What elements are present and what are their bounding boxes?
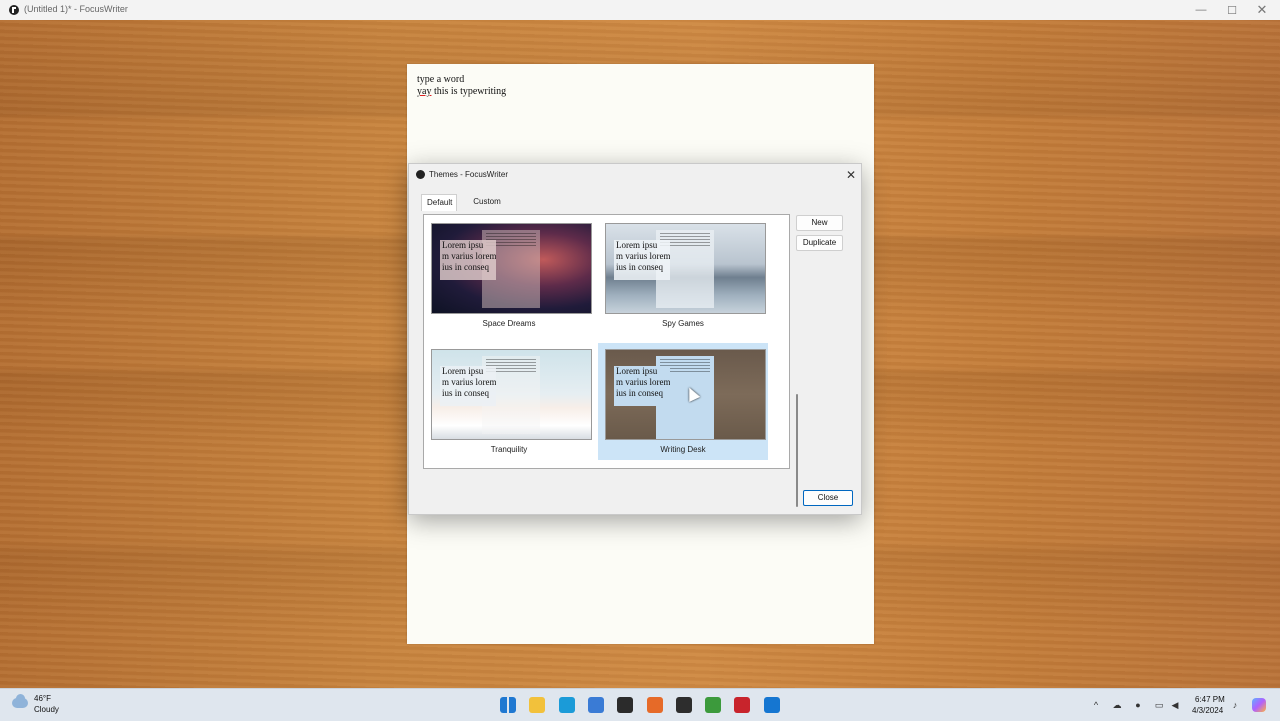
preview-lorem-text: Lorem ipsu m varius lorem ius in conseq [614, 240, 670, 280]
dialog-title-bar: Themes - FocusWriter ✕ [409, 164, 861, 184]
cloud-icon [12, 694, 28, 708]
window-title: (Untitled 1)* - FocusWriter [24, 4, 128, 14]
app-blue-icon[interactable] [764, 697, 780, 713]
duplicate-theme-button[interactable]: Duplicate [796, 235, 843, 251]
store-icon[interactable] [588, 697, 604, 713]
bell-icon[interactable]: ♪ [1230, 700, 1240, 710]
volume-icon[interactable]: ◀ [1170, 700, 1180, 710]
weather-temp: 46°F [34, 694, 51, 703]
document-line-1: type a word [417, 74, 465, 85]
taskbar: 46°F Cloudy ^ ☁ ● ▭ ◀ 6:47 PM 4/3/2024 ♪ [0, 688, 1280, 721]
close-dialog-button[interactable]: Close [803, 490, 853, 506]
theme-preview: Lorem ipsu m varius lorem ius in conseq [431, 223, 592, 314]
theme-name: Writing Desk [660, 445, 706, 454]
theme-tranquility[interactable]: Lorem ipsu m varius lorem ius in conseq … [424, 343, 594, 460]
document-line-2: yay this is typewriting [417, 86, 506, 98]
focuswriter-icon[interactable] [617, 697, 633, 713]
theme-writing-desk[interactable]: Lorem ipsu m varius lorem ius in conseq … [598, 343, 768, 460]
close-window-button[interactable]: ✕ [1247, 0, 1277, 20]
obs-icon[interactable] [676, 697, 692, 713]
document-text[interactable]: type a word yay this is typewriting [417, 74, 506, 98]
preview-lorem-text: Lorem ipsu m varius lorem ius in conseq [440, 240, 496, 280]
weather-condition: Cloudy [34, 705, 59, 714]
tab-default[interactable]: Default [421, 194, 457, 211]
theme-list[interactable]: Lorem ipsu m varius lorem ius in conseq … [423, 214, 798, 507]
theme-list-scrollbar[interactable] [796, 394, 798, 507]
document-line-2-rest: this is typewriting [431, 86, 507, 97]
theme-preview: Lorem ipsu m varius lorem ius in conseq [431, 349, 592, 440]
copilot-icon[interactable] [1252, 698, 1266, 712]
theme-name: Spy Games [662, 319, 704, 328]
preview-lorem-text: Lorem ipsu m varius lorem ius in conseq [440, 366, 496, 406]
dialog-title: Themes - FocusWriter [429, 170, 508, 179]
focuswriter-dialog-icon [416, 170, 425, 179]
theme-spy-games[interactable]: Lorem ipsu m varius lorem ius in conseq … [598, 217, 768, 334]
clock-date[interactable]: 4/3/2024 [1192, 706, 1223, 715]
minimize-button[interactable]: — [1186, 0, 1216, 20]
tab-custom[interactable]: Custom [465, 194, 509, 210]
theme-name: Space Dreams [482, 319, 536, 328]
start-icon[interactable] [500, 697, 516, 713]
minecraft-icon[interactable] [705, 697, 721, 713]
network-icon[interactable]: ▭ [1154, 700, 1164, 710]
clock-time[interactable]: 6:47 PM [1195, 695, 1225, 704]
theme-space-dreams[interactable]: Lorem ipsu m varius lorem ius in conseq … [424, 217, 594, 334]
chevron-up-icon[interactable]: ^ [1091, 700, 1101, 710]
onedrive-icon[interactable]: ☁ [1112, 700, 1122, 710]
theme-name: Tranquility [490, 445, 528, 454]
focuswriter-app-icon [9, 5, 19, 15]
file-explorer-icon[interactable] [529, 697, 545, 713]
preview-lorem-text: Lorem ipsu m varius lorem ius in conseq [614, 366, 670, 406]
firefox-icon[interactable] [647, 697, 663, 713]
microphone-icon[interactable]: ● [1133, 700, 1143, 710]
edge-icon[interactable] [559, 697, 575, 713]
new-theme-button[interactable]: New [796, 215, 843, 231]
dialog-close-icon[interactable]: ✕ [843, 167, 859, 183]
app-red-icon[interactable] [734, 697, 750, 713]
title-bar: (Untitled 1)* - FocusWriter — ☐ ✕ [0, 0, 1280, 21]
theme-preview: Lorem ipsu m varius lorem ius in conseq [605, 223, 766, 314]
themes-dialog: Themes - FocusWriter ✕ Default Custom Lo… [408, 163, 862, 515]
maximize-button[interactable]: ☐ [1217, 0, 1247, 20]
misspelled-word[interactable]: yay [417, 86, 431, 97]
